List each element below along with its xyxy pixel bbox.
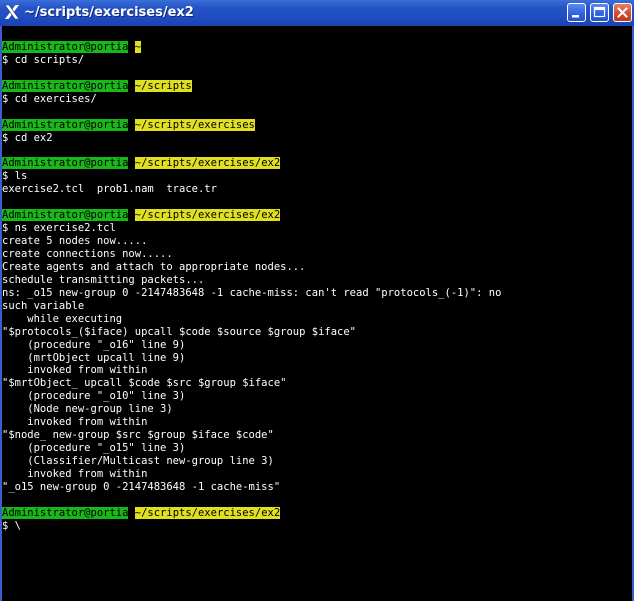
output-line: such variable: [2, 299, 85, 312]
output-line: Create agents and attach to appropriate …: [2, 260, 306, 273]
output-line: $ cd scripts/: [2, 53, 85, 66]
minimize-icon: [572, 15, 579, 18]
terminal-window: ~/scripts/exercises/ex2 Administrator@po…: [0, 0, 634, 601]
prompt-path: ~/scripts/exercises/ex2: [134, 157, 281, 170]
prompt-user: Administrator@portia: [2, 41, 129, 53]
title-bar[interactable]: ~/scripts/exercises/ex2: [0, 0, 634, 26]
maximize-icon: [593, 6, 606, 18]
output-line: while executing: [2, 312, 123, 325]
prompt-user: Administrator@portia: [2, 209, 129, 222]
output-line: "$node_ new-group $src $group $iface $co…: [2, 429, 274, 442]
close-icon: [617, 7, 628, 18]
output-line: ns: _o15 new-group 0 -2147483648 -1 cach…: [2, 286, 502, 299]
output-line: $ ns exercise2.tcl: [2, 222, 116, 235]
prompt-line: Administrator@portia ~: [2, 41, 632, 54]
prompt-path: ~/scripts/exercises: [134, 118, 255, 131]
prompt-line: Administrator@portia ~/scripts/exercises…: [2, 157, 632, 170]
terminal-output[interactable]: Administrator@portia ~ $ cd scripts/Admin…: [2, 41, 632, 599]
output-line: "$mrtObject_ upcall $code $src $group $i…: [2, 377, 287, 390]
output-line: invoked from within: [2, 467, 148, 480]
output-line: invoked from within: [2, 364, 148, 377]
prompt-user: Administrator@portia: [2, 506, 129, 519]
prompt-user: Administrator@portia: [2, 118, 129, 131]
output-line: create 5 nodes now.....: [2, 235, 148, 248]
output-line: "_o15 new-group 0 -2147483648 -1 cache-m…: [2, 480, 281, 493]
output-line: (mrtObject upcall line 9): [2, 351, 186, 364]
prompt-line: Administrator@portia ~/scripts/exercises…: [2, 209, 632, 222]
output-line: $ cd exercises/: [2, 92, 97, 105]
prompt-line: Administrator@portia ~/scripts/exercises…: [2, 506, 632, 520]
output-line: schedule transmitting packets...: [2, 273, 205, 286]
close-button[interactable]: [613, 3, 632, 22]
output-line: invoked from within: [2, 416, 148, 429]
maximize-button[interactable]: [590, 3, 609, 22]
prompt-line: Administrator@portia ~/scripts: [2, 79, 632, 93]
minimize-button[interactable]: [567, 3, 586, 22]
prompt-user: Administrator@portia: [2, 157, 129, 170]
output-line: create connections now.....: [2, 248, 173, 260]
output-line: (Classifier/Multicast new-group line 3): [2, 455, 274, 467]
output-line: (procedure "_o10" line 3): [2, 390, 186, 403]
prompt-line: Administrator@portia ~/scripts/exercises: [2, 118, 632, 132]
prompt-user: Administrator@portia: [2, 79, 129, 92]
output-line: $ \: [2, 519, 21, 532]
prompt-path: ~: [134, 41, 142, 53]
prompt-path: ~/scripts/exercises/ex2: [134, 209, 281, 222]
output-line: "$protocols_($iface) upcall $code $sourc…: [2, 325, 357, 338]
output-line: (procedure "_o15" line 3): [2, 442, 186, 455]
window-title: ~/scripts/exercises/ex2: [24, 5, 194, 20]
output-line: $ ls: [2, 170, 28, 183]
output-line: exercise2.tcl prob1.nam trace.tr: [2, 183, 217, 196]
prompt-path: ~/scripts: [134, 79, 192, 92]
prompt-path: ~/scripts/exercises/ex2: [134, 506, 281, 519]
output-line: (procedure "_o16" line 9): [2, 338, 186, 351]
output-line: (Node new-group line 3): [2, 403, 173, 416]
output-line: $ cd ex2: [2, 131, 53, 144]
x-logo-icon[interactable]: [3, 3, 21, 21]
